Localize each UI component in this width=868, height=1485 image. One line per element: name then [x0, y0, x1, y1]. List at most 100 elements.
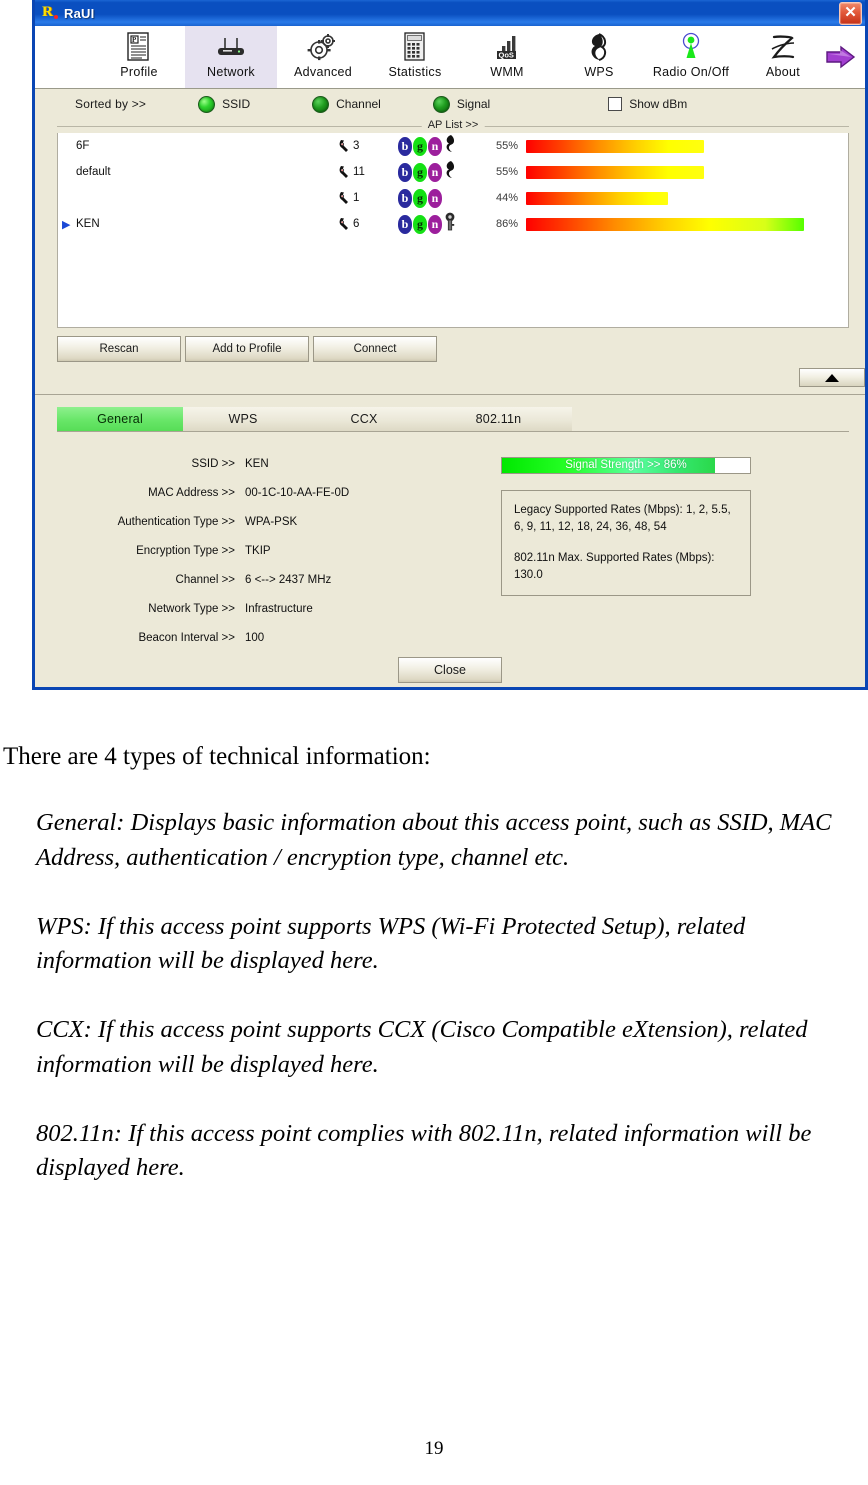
badge-g-icon: g [413, 136, 427, 156]
qos-signal-icon: QoS [487, 30, 527, 64]
antenna-icon [338, 217, 351, 232]
tab-wps[interactable]: WPS [183, 407, 303, 431]
badge-n-icon: n [428, 136, 442, 156]
toolbar-item-wps[interactable]: WPS [553, 26, 645, 88]
triangle-up-icon [825, 373, 839, 382]
ap-mode-badges: b g n [398, 160, 480, 184]
toolbar-item-profile[interactable]: P Profile [93, 26, 185, 88]
badge-n-icon: n [428, 188, 442, 208]
info-key-channel: Channel >> [175, 573, 235, 586]
info-key-authentication-type: Authentication Type >> [117, 515, 235, 528]
general-info-table: SSID >> KEN MAC Address >> 00-1C-10-AA-F… [35, 449, 465, 652]
ap-ssid: default [76, 166, 111, 178]
connect-button[interactable]: Connect [313, 336, 437, 362]
table-row[interactable]: default 11 b g n 55% [58, 159, 848, 185]
badge-g-icon: g [413, 162, 427, 182]
exit-arrow-icon[interactable] [821, 40, 861, 74]
toolbar-label-about: About [765, 65, 801, 79]
led-indicator-signal [432, 95, 450, 113]
svg-text:QoS: QoS [499, 51, 514, 60]
ap-signal-bar [526, 165, 704, 179]
table-row[interactable]: 6F 3 b g n 55% [58, 133, 848, 159]
checkbox-box-show-dbm[interactable] [608, 97, 623, 111]
key-security-icon [443, 212, 457, 236]
toolbar-label-radio-on-off: Radio On/Off [652, 65, 730, 79]
toolbar-item-wmm[interactable]: QoS WMM [461, 26, 553, 88]
toolbar-item-network[interactable]: Network [185, 26, 277, 88]
info-value-ssid: KEN [245, 457, 269, 470]
section-divider [35, 394, 865, 395]
info-key-mac-address: MAC Address >> [148, 486, 235, 499]
antenna-icon [338, 191, 351, 206]
ap-mode-badges: b g n [398, 212, 480, 236]
ap-action-buttons: Rescan Add to Profile Connect [57, 336, 865, 362]
ap-channel: 11 [338, 165, 398, 180]
document-paragraph-ccx: CCX: If this access point supports CCX (… [36, 1016, 808, 1078]
info-key-beacon-interval: Beacon Interval >> [138, 631, 235, 644]
svg-text:P: P [132, 36, 137, 44]
ap-signal-bar [526, 191, 668, 205]
toolbar-item-radio-on-off[interactable]: Radio On/Off [645, 26, 737, 88]
n-max-supported-rates: 802.11n Max. Supported Rates (Mbps): 130… [514, 552, 715, 581]
legacy-supported-rates: Legacy Supported Rates (Mbps): 1, 2, 5.5… [514, 504, 731, 533]
info-key-ssid: SSID >> [191, 457, 235, 470]
badge-b-icon: b [398, 214, 412, 234]
ap-signal-percent: 55% [495, 166, 518, 178]
tabs-underline [572, 431, 849, 432]
rates-gap [514, 536, 738, 550]
tab-general[interactable]: General [57, 407, 183, 431]
close-button[interactable]: Close [398, 657, 502, 683]
ap-channel-number: 6 [353, 218, 360, 230]
ap-signal-percent: 55% [495, 140, 518, 152]
badge-b-icon: b [398, 188, 412, 208]
main-toolbar: P Profile Network Advanced Statistics Qo… [35, 26, 865, 89]
radio-antenna-icon [671, 30, 711, 64]
toolbar-label-statistics: Statistics [388, 65, 442, 79]
info-row-ssid: SSID >> KEN [35, 449, 465, 478]
sort-option-channel[interactable]: Channel [312, 95, 381, 113]
ap-channel: 6 [338, 217, 398, 232]
document-paragraph-wps: WPS: If this access point supports WPS (… [36, 912, 746, 975]
table-row[interactable]: 1 b g n 44% [58, 185, 848, 211]
signal-strength-bar: Signal Strength >> 86% [501, 457, 751, 474]
badge-b-icon: b [398, 136, 412, 156]
tab-ccx[interactable]: CCX [303, 407, 425, 431]
collapse-detail-button[interactable] [799, 368, 865, 387]
ap-ssid: 6F [76, 140, 90, 152]
tab-802-11n[interactable]: 802.11n [425, 407, 572, 431]
add-to-profile-button[interactable]: Add to Profile [185, 336, 309, 362]
raui-app-icon: R [42, 4, 58, 21]
show-dbm-checkbox[interactable]: Show dBm [608, 97, 687, 111]
info-value-encryption-type: TKIP [245, 544, 271, 557]
sort-option-ssid[interactable]: SSID [198, 95, 250, 113]
toolbar-item-advanced[interactable]: Advanced [277, 26, 369, 88]
close-window-button[interactable]: ✕ [839, 2, 862, 25]
supported-rates-box: Legacy Supported Rates (Mbps): 1, 2, 5.5… [501, 490, 751, 596]
toolbar-item-about[interactable]: About [737, 26, 829, 88]
info-key-encryption-type: Encryption Type >> [136, 544, 235, 557]
ap-signal-percent: 86% [495, 218, 518, 230]
toolbar-item-statistics[interactable]: Statistics [369, 26, 461, 88]
ap-mode-badges: b g n [398, 188, 480, 208]
ap-signal-bar [526, 139, 704, 153]
wps-arrows-icon [579, 30, 619, 64]
ap-ssid: KEN [76, 218, 100, 230]
ap-channel-number: 3 [353, 140, 360, 152]
toolbar-label-wps: WPS [584, 65, 614, 79]
window-title-bar: R RaUI ✕ [35, 0, 865, 26]
sort-option-signal[interactable]: Signal [432, 95, 490, 113]
ap-signal-bar [526, 217, 804, 231]
table-row[interactable]: ▶ KEN 6 b g n 86% [58, 211, 848, 237]
ap-mode-badges: b g n [398, 134, 480, 158]
rescan-button[interactable]: Rescan [57, 336, 181, 362]
ap-channel-number: 11 [353, 166, 365, 178]
app-icon-dot [54, 15, 58, 19]
ap-channel: 1 [338, 191, 398, 206]
toolbar-label-profile: Profile [120, 65, 158, 79]
ap-channel-number: 1 [353, 192, 360, 204]
led-indicator-channel [312, 95, 330, 113]
ap-list[interactable]: 6F 3 b g n 55% default 11 b g n 55% 1 b … [57, 133, 849, 328]
sort-option-channel-label: Channel [336, 97, 381, 111]
info-row-mac-address: MAC Address >> 00-1C-10-AA-FE-0D [35, 478, 465, 507]
document-lead-text: There are 4 types of technical informati… [3, 743, 431, 770]
